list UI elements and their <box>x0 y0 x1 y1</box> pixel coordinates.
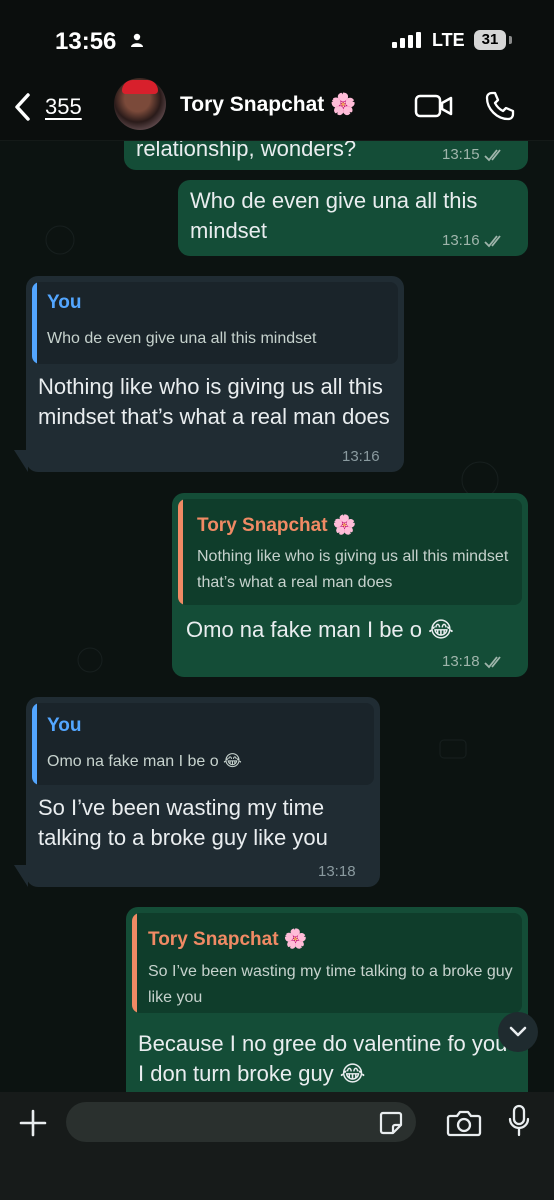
bubble-tail <box>14 865 28 887</box>
back-chevron-icon[interactable] <box>12 92 34 122</box>
quote-text: Who de even give una all this mindset <box>47 330 317 347</box>
network-type: LTE <box>432 30 465 50</box>
double-check-icon <box>483 148 501 161</box>
message-meta: 13:16 <box>342 448 380 465</box>
status-bar: 13:56 LTE 31 <box>0 0 554 80</box>
reply-quote[interactable]: Tory Snapchat 🌸 So I’ve been wasting my … <box>132 913 522 1013</box>
microphone-icon[interactable] <box>508 1104 530 1138</box>
contact-name[interactable]: Tory Snapchat 🌸 <box>180 93 356 117</box>
sticker-icon[interactable] <box>378 1110 404 1136</box>
quote-author: You <box>47 715 82 736</box>
bubble-tail <box>14 450 28 472</box>
chat-area[interactable]: relationship, wonders? 13:15 Who de even… <box>0 140 554 1092</box>
message-text: Nothing like who is giving us all this m… <box>38 374 390 429</box>
message-bubble[interactable]: Tory Snapchat 🌸 So I’ve been wasting my … <box>126 907 528 1092</box>
message-meta: 13:16 <box>442 232 506 249</box>
message-text: relationship, wonders? <box>136 140 357 161</box>
quote-text: Nothing like who is giving us all this m… <box>197 548 509 591</box>
quote-author: Tory Snapchat 🌸 <box>197 515 357 536</box>
scroll-to-bottom-button[interactable] <box>498 1012 538 1052</box>
avatar[interactable] <box>114 78 166 130</box>
message-meta: 13:18 <box>318 863 356 880</box>
status-time: 13:56 <box>55 28 117 55</box>
reply-quote[interactable]: You Who de even give una all this mindse… <box>32 282 398 364</box>
message-text: Omo na fake man I be o 😂 <box>186 617 454 642</box>
quote-text: Omo na fake man I be o 😂 <box>47 753 242 770</box>
message-meta: 13:18 <box>442 653 506 670</box>
quote-author: You <box>47 292 82 313</box>
message-meta: 13:15 <box>442 146 506 163</box>
video-call-icon[interactable] <box>414 92 454 120</box>
battery-icon: 31 <box>474 30 506 50</box>
message-time: 13:18 <box>442 653 480 670</box>
reply-quote[interactable]: You Omo na fake man I be o 😂 <box>32 703 374 785</box>
message-time: 13:16 <box>342 448 380 465</box>
person-icon <box>131 33 143 47</box>
signal-icon <box>392 32 421 48</box>
back-button-unread-count[interactable]: 355 <box>45 94 82 120</box>
reply-quote[interactable]: Tory Snapchat 🌸 Nothing like who is givi… <box>178 499 522 605</box>
message-time: 13:16 <box>442 232 480 249</box>
quote-text: So I’ve been wasting my time talking to … <box>148 963 513 1006</box>
chat-header: 355 Tory Snapchat 🌸 <box>0 78 554 141</box>
quote-author: Tory Snapchat 🌸 <box>148 929 308 950</box>
message-bubble[interactable]: You Omo na fake man I be o 😂 So I’ve bee… <box>26 697 380 887</box>
battery-tip <box>509 36 512 44</box>
message-bubble[interactable]: Tory Snapchat 🌸 Nothing like who is givi… <box>172 493 528 677</box>
double-check-icon <box>483 655 501 668</box>
message-text: So I’ve been wasting my time talking to … <box>38 795 328 850</box>
message-time: 13:15 <box>442 146 480 163</box>
phone-call-icon[interactable] <box>484 90 516 122</box>
message-bubble[interactable]: relationship, wonders? 13:15 <box>124 140 528 170</box>
message-bubble[interactable]: Who de even give una all this mindset 13… <box>178 180 528 256</box>
message-time: 13:18 <box>318 863 356 880</box>
plus-icon[interactable] <box>18 1108 48 1138</box>
double-check-icon <box>483 234 501 247</box>
message-bubble[interactable]: You Who de even give una all this mindse… <box>26 276 404 472</box>
chevron-down-icon <box>509 1026 527 1037</box>
camera-icon[interactable] <box>446 1108 482 1138</box>
message-input-bar <box>0 1092 554 1200</box>
message-input[interactable] <box>66 1102 416 1142</box>
message-text: Because I no gree do valentine fo you I … <box>138 1031 508 1086</box>
